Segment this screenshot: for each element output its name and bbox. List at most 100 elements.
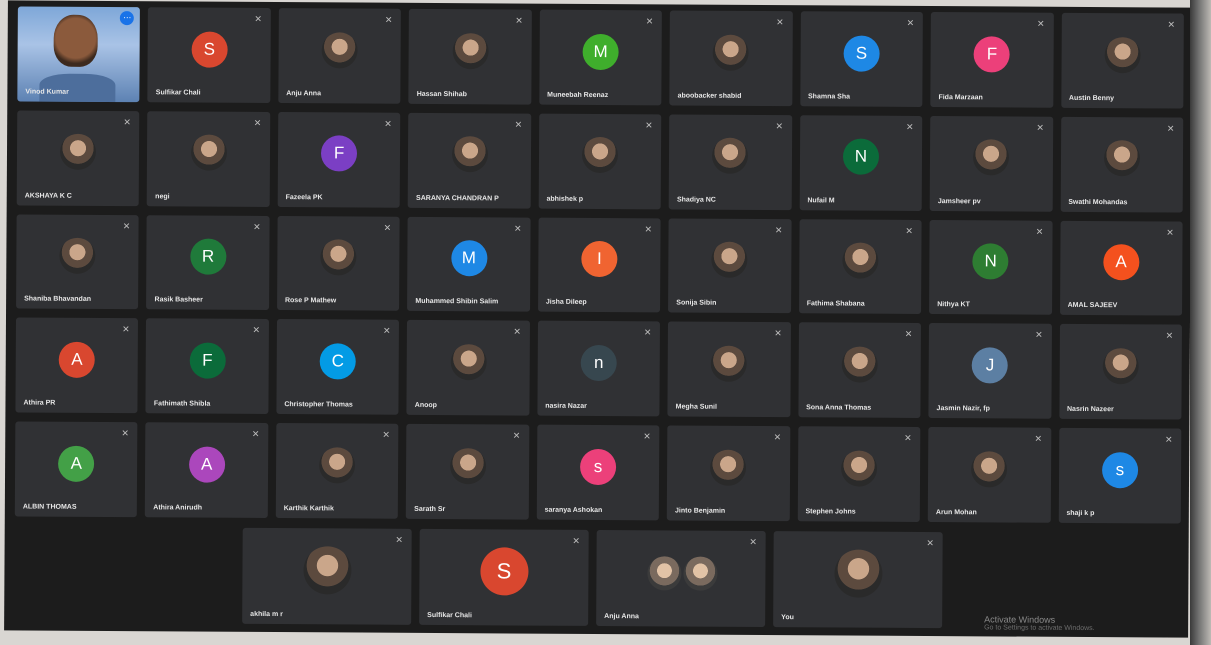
participant-tile[interactable]: ✕ N Nithya KT <box>929 219 1053 316</box>
participant-tile[interactable]: ✕ Hassan Shihab <box>408 8 532 105</box>
avatar-photo <box>973 139 1010 176</box>
avatar-photo <box>451 136 488 173</box>
participant-tile[interactable]: ✕ aboobacker shabid <box>669 10 793 106</box>
participant-name: Jisha Dileep <box>545 299 587 307</box>
participant-name: Fazeela PK <box>285 193 323 201</box>
participant-tile[interactable]: ✕ Sonija Sibin <box>668 218 792 314</box>
participant-name: Megha Sunil <box>675 403 717 411</box>
participant-tile[interactable]: ✕ Rose P Mathew <box>276 215 400 312</box>
participant-tile[interactable]: ✕ Sona Anna Thomas <box>798 322 922 419</box>
avatar-initial: R <box>189 238 227 275</box>
avatar-photo <box>1103 140 1140 177</box>
participant-tile[interactable]: ✕ Swathi Mohandas <box>1060 116 1184 213</box>
participant-tile[interactable]: ✕ Shadiya NC <box>668 114 792 210</box>
mic-muted-icon: ✕ <box>645 16 654 27</box>
participant-grid: ⋯ Vinod Kumar ✕ S Sulfikar Chali ✕ Anju Anna… <box>14 6 1184 524</box>
participant-name: Rasik Basheer <box>154 296 203 304</box>
participant-tile[interactable]: ✕ S Shamna Sha <box>799 11 923 107</box>
avatar-photo <box>711 345 748 382</box>
participant-tile[interactable]: ✕ F Fazeela PK <box>277 111 401 208</box>
participant-tile[interactable]: ✕ negi <box>147 111 271 207</box>
participant-tile[interactable]: ✕ A ALBIN THOMAS <box>14 421 138 518</box>
avatar-initial: S <box>191 31 228 68</box>
participant-tile[interactable]: ✕ S Sulfikar Chali <box>419 528 589 626</box>
participant-tile[interactable]: ✕ n nasira Nazar <box>537 321 661 417</box>
participant-name: Anoop <box>414 402 437 410</box>
participant-name: AKSHAYA K C <box>24 192 72 200</box>
avatar-initial: C <box>319 343 356 380</box>
participant-tile[interactable]: ✕ Karthik Karthik <box>275 423 399 519</box>
mic-muted-icon: ✕ <box>253 117 262 128</box>
participant-tile[interactable]: ✕ SARANYA CHANDRAN P <box>408 112 532 209</box>
participant-tile[interactable]: ✕ R Rasik Basheer <box>146 214 270 311</box>
mic-muted-icon: ✕ <box>1164 434 1173 445</box>
mic-muted-icon: ✕ <box>251 429 260 440</box>
participant-name: Vinod Kumar <box>25 88 69 96</box>
participant-tile[interactable]: ✕ You <box>773 531 943 629</box>
participant-tile[interactable]: ✕ Jinto Benjamin <box>666 425 791 522</box>
participant-name: Jasmin Nazir, fp <box>936 405 990 413</box>
activate-windows-watermark: Activate Windows Go to Settings to activ… <box>984 614 1095 632</box>
participant-tile[interactable]: ✕ s shaji k p <box>1058 428 1182 524</box>
participant-name: Shamna Sha <box>807 93 851 101</box>
participant-tile[interactable]: ✕ Nasrin Nazeer <box>1058 324 1182 420</box>
participant-tile[interactable]: ✕ N Nufail M <box>799 115 923 211</box>
participant-tile[interactable]: ✕ Stephen Johns <box>797 426 921 522</box>
mic-muted-icon: ✕ <box>643 327 652 338</box>
participant-tile[interactable]: ✕ Anoop <box>406 320 530 416</box>
participant-tile[interactable]: ✕ abhishek p <box>538 113 662 209</box>
participant-tile[interactable]: ✕ S Sulfikar Chali <box>147 7 271 103</box>
participant-name: Jamsheer pv <box>937 197 981 205</box>
participant-name: Anju Anna <box>286 89 322 98</box>
avatar-photo <box>841 346 878 383</box>
mic-muted-icon: ✕ <box>383 222 392 233</box>
participant-tile[interactable]: ✕ Sarath Sr <box>406 424 530 520</box>
avatar-initial: S <box>843 35 880 72</box>
participant-tile[interactable]: ✕ M Muhammed Shibin Salim <box>407 216 531 312</box>
participant-tile[interactable]: ✕ A Athira Anirudh <box>145 422 269 518</box>
participant-name: Sona Anna Thomas <box>806 404 872 412</box>
avatar-photo <box>710 449 747 486</box>
participant-tile[interactable]: ✕ Arun Mohan <box>927 427 1051 523</box>
avatar-photo <box>646 556 682 591</box>
participant-tile[interactable]: ✕ I Jisha Dileep <box>537 217 661 313</box>
avatar-photo <box>321 31 358 69</box>
participant-name: Anju Anna <box>604 613 639 621</box>
mic-muted-icon: ✕ <box>384 118 392 129</box>
participant-tile[interactable]: ✕ F Fathimath Shibla <box>145 318 269 415</box>
participant-tile[interactable]: ✕ AKSHAYA K C <box>16 110 140 206</box>
participant-name: Rose P Mathew <box>284 297 337 305</box>
mic-muted-icon: ✕ <box>122 220 131 231</box>
group-avatar <box>646 556 718 591</box>
avatar-initial: M <box>450 240 488 277</box>
participant-name: AMAL SAJEEV <box>1067 302 1118 310</box>
monitor-bezel <box>1190 0 1211 645</box>
avatar-photo <box>712 34 750 71</box>
participant-tile[interactable]: ✕ Megha Sunil <box>667 321 791 418</box>
participant-tile[interactable]: ✕ Jamsheer pv <box>929 115 1053 212</box>
mic-muted-icon: ✕ <box>1035 330 1043 341</box>
mic-muted-icon: ✕ <box>774 328 782 339</box>
participant-tile[interactable]: ✕ A Athira PR <box>15 317 139 414</box>
dots-icon[interactable]: ⋯ <box>120 11 135 26</box>
meeting-screen: ⋯ Vinod Kumar ✕ S Sulfikar Chali ✕ Anju Anna… <box>4 0 1192 638</box>
participant-tile[interactable]: ✕ F Fida Marzaan <box>930 12 1054 108</box>
participant-tile[interactable]: ✕ s saranya Ashokan <box>536 424 660 521</box>
participant-tile[interactable]: ✕ A AMAL SAJEEV <box>1059 220 1183 316</box>
participant-tile[interactable]: ✕ C Christopher Thomas <box>276 319 400 415</box>
avatar-initial: F <box>189 342 226 379</box>
participant-tile[interactable]: ✕ Anju Anna <box>596 529 766 628</box>
participant-tile[interactable]: ✕ J Jasmin Nazir, fp <box>928 323 1052 419</box>
participant-tile[interactable]: ✕ akhila m r <box>242 527 412 625</box>
participant-tile[interactable]: ✕ Austin Benny <box>1060 12 1184 109</box>
mic-muted-icon: ✕ <box>904 433 912 444</box>
participant-tile[interactable]: ✕ Shaniba Bhavandan <box>16 214 140 310</box>
avatar-photo <box>842 242 879 279</box>
avatar-photo <box>449 447 486 485</box>
avatar-photo <box>452 32 489 69</box>
participant-name: Karthik Karthik <box>283 505 334 513</box>
participant-tile[interactable]: ✕ Fathima Shabana <box>798 218 922 315</box>
self-video-tile[interactable]: ⋯ Vinod Kumar <box>17 6 141 102</box>
participant-tile[interactable]: ✕ Anju Anna <box>278 8 402 104</box>
participant-tile[interactable]: ✕ M Muneebah Reenaz <box>539 9 663 106</box>
